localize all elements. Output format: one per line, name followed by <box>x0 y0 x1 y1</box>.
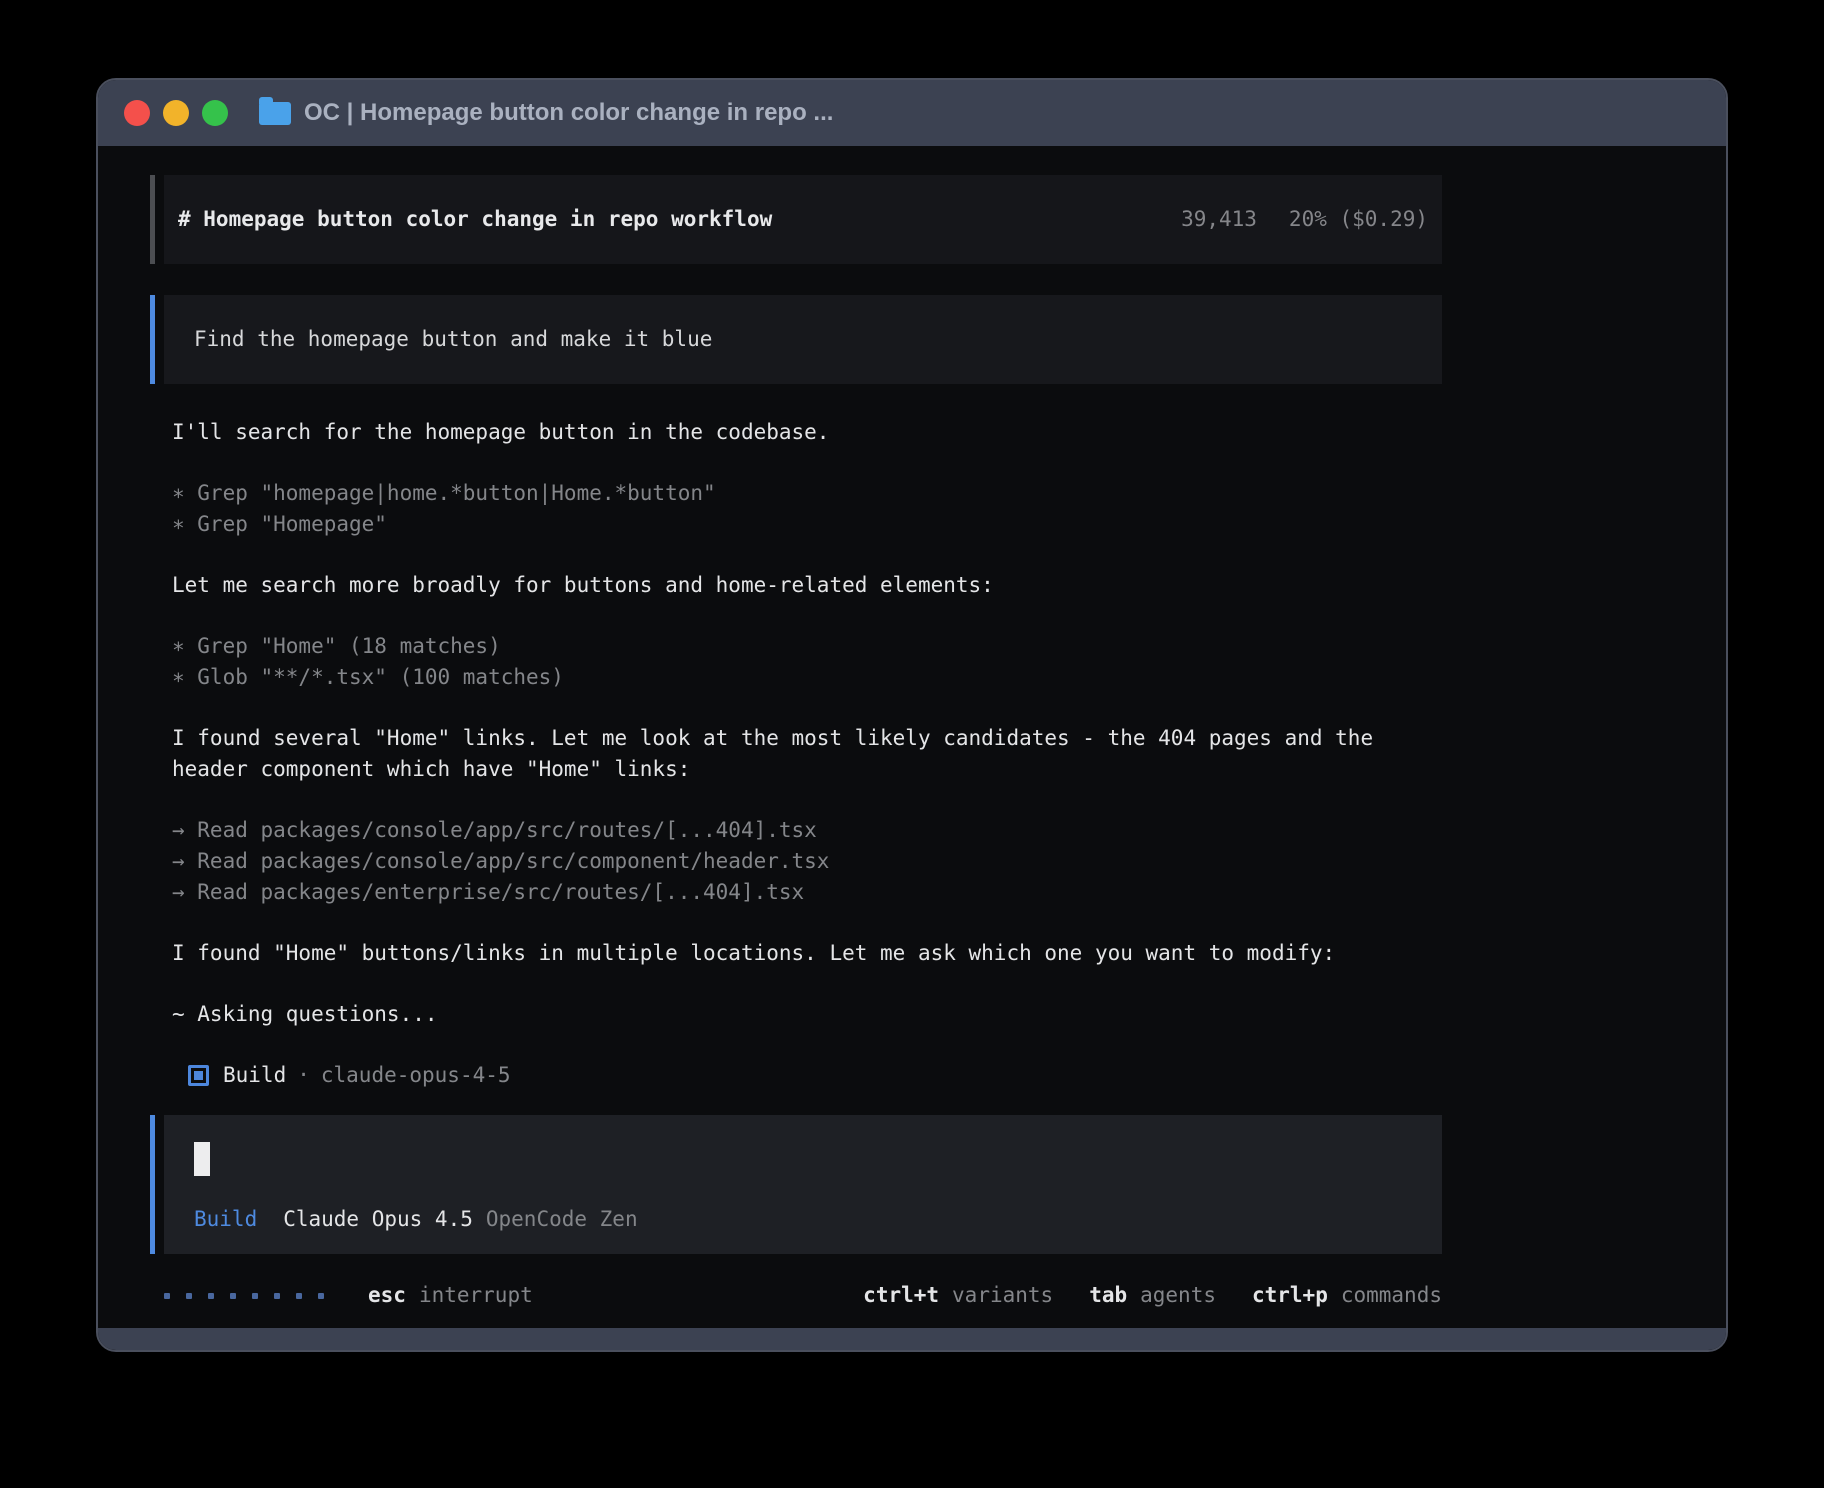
session-header: # Homepage button color change in repo w… <box>150 175 1442 264</box>
spinner-dot <box>186 1293 192 1299</box>
agent-separator: · <box>297 1060 310 1091</box>
mode-indicator: Build <box>194 1204 257 1235</box>
agent-model: claude-opus-4-5 <box>321 1060 511 1091</box>
spinner-dots <box>164 1293 340 1299</box>
agent-icon <box>188 1065 209 1086</box>
input-mode-row: Build Claude Opus 4.5 OpenCode Zen <box>194 1204 1422 1235</box>
prompt-input[interactable]: Build Claude Opus 4.5 OpenCode Zen <box>150 1115 1442 1254</box>
spinner-dot <box>164 1293 170 1299</box>
esc-key: esc <box>368 1280 406 1311</box>
terminal-window: OC | Homepage button color change in rep… <box>96 78 1728 1352</box>
assistant-response: I'll search for the homepage button in t… <box>172 417 1442 1091</box>
agents-key: tab <box>1089 1280 1127 1311</box>
assistant-paragraph: Let me search more broadly for buttons a… <box>172 570 1442 601</box>
context-usage: 20% ($0.29) <box>1289 204 1428 235</box>
agents-hint: tab agents <box>1089 1280 1216 1311</box>
terminal-content: # Homepage button color change in repo w… <box>98 146 1726 1328</box>
agent-status-line: Build · claude-opus-4-5 <box>188 1060 1442 1091</box>
model-indicator: Claude Opus 4.5 <box>283 1204 473 1235</box>
assistant-paragraph: I found several "Home" links. Let me loo… <box>172 723 1442 785</box>
input-cursor <box>194 1142 210 1176</box>
agents-label: agents <box>1140 1280 1216 1311</box>
titlebar: OC | Homepage button color change in rep… <box>98 80 1726 146</box>
session-stats: 39,413 20% ($0.29) <box>1181 204 1428 235</box>
session-title: # Homepage button color change in repo w… <box>178 204 772 235</box>
commands-label: commands <box>1341 1280 1442 1311</box>
spinner-dot <box>208 1293 214 1299</box>
tool-call-grep: ∗ Grep "Home" (18 matches) <box>172 631 1442 662</box>
spinner-dot <box>230 1293 236 1299</box>
user-message-bar <box>150 295 155 384</box>
provider-indicator: OpenCode Zen <box>486 1204 638 1235</box>
zoom-button[interactable] <box>202 100 228 126</box>
token-count: 39,413 <box>1181 204 1257 235</box>
folder-icon <box>259 102 291 125</box>
window-footer <box>98 1328 1726 1350</box>
esc-hint: esc interrupt <box>368 1280 533 1311</box>
tool-call-grep: ∗ Grep "homepage|home.*button|Home.*butt… <box>172 478 1442 509</box>
assistant-paragraph: I found "Home" buttons/links in multiple… <box>172 938 1442 969</box>
tool-call-read: → Read packages/enterprise/src/routes/[.… <box>172 877 1442 908</box>
prompt-input-bar <box>150 1115 155 1254</box>
session-header-bar <box>150 175 155 264</box>
spinner-dot <box>296 1293 302 1299</box>
user-message: Find the homepage button and make it blu… <box>150 295 1442 384</box>
variants-label: variants <box>952 1280 1053 1311</box>
agent-name: Build <box>223 1060 286 1091</box>
spinner-dot <box>252 1293 258 1299</box>
assistant-paragraph: I'll search for the homepage button in t… <box>172 417 1442 448</box>
commands-hint: ctrl+p commands <box>1252 1280 1442 1311</box>
status-bar: esc interrupt ctrl+t variants tab agents… <box>150 1280 1442 1311</box>
minimize-button[interactable] <box>163 100 189 126</box>
variants-hint: ctrl+t variants <box>863 1280 1053 1311</box>
assistant-status-text: ~ Asking questions... <box>172 999 1442 1030</box>
tool-call-grep: ∗ Grep "Homepage" <box>172 509 1442 540</box>
tool-call-glob: ∗ Glob "**/*.tsx" (100 matches) <box>172 662 1442 693</box>
close-button[interactable] <box>124 100 150 126</box>
variants-key: ctrl+t <box>863 1280 939 1311</box>
spinner-dot <box>274 1293 280 1299</box>
esc-hint-label: interrupt <box>419 1280 533 1311</box>
window-title: OC | Homepage button color change in rep… <box>304 101 833 125</box>
tool-call-read: → Read packages/console/app/src/componen… <box>172 846 1442 877</box>
tool-call-read: → Read packages/console/app/src/routes/[… <box>172 815 1442 846</box>
user-message-text: Find the homepage button and make it blu… <box>194 324 712 355</box>
commands-key: ctrl+p <box>1252 1280 1328 1311</box>
spinner-dot <box>318 1293 324 1299</box>
